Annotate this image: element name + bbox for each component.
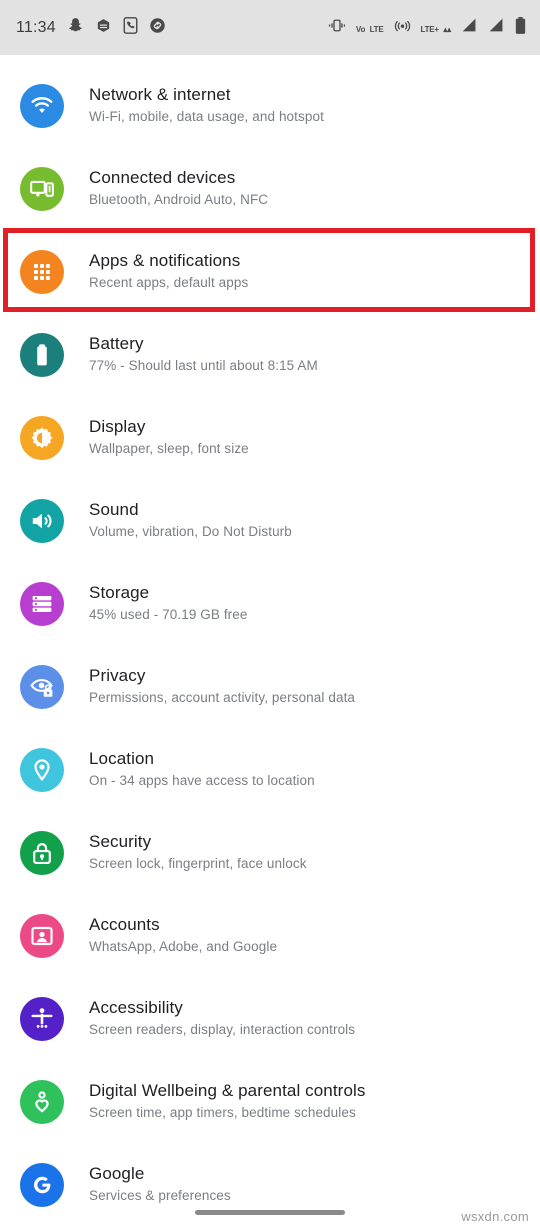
settings-row-title: Network & internet: [89, 85, 231, 104]
settings-row-accounts[interactable]: Accounts WhatsApp, Adobe, and Google: [0, 894, 540, 977]
settings-row-subtitle: Bluetooth, Android Auto, NFC: [89, 192, 269, 207]
settings-row-title: Apps & notifications: [89, 251, 241, 270]
lock-icon: [20, 830, 64, 875]
speaker-icon: [20, 498, 64, 543]
settings-row-text: Digital Wellbeing & parental controls Sc…: [89, 1080, 365, 1123]
google-g-icon: [20, 1162, 64, 1207]
settings-row-text: Sound Volume, vibration, Do Not Disturb: [89, 499, 292, 542]
settings-row-text: Connected devices Bluetooth, Android Aut…: [89, 167, 268, 210]
status-bar: 11:34 Vo LTE LTE+ ▴▴: [0, 0, 540, 55]
map-pin-icon: [20, 747, 64, 792]
settings-row-text: Battery 77% - Should last until about 8:…: [89, 333, 318, 376]
settings-row-text: Network & internet Wi-Fi, mobile, data u…: [89, 84, 324, 127]
settings-row-text: Storage 45% used - 70.19 GB free: [89, 582, 248, 625]
settings-row-display[interactable]: Display Wallpaper, sleep, font size: [0, 396, 540, 479]
settings-row-subtitle: WhatsApp, Adobe, and Google: [89, 939, 278, 954]
settings-row-title: Sound: [89, 500, 139, 519]
account-card-icon: [20, 913, 64, 958]
settings-row-title: Accessibility: [89, 998, 183, 1017]
wellbeing-heart-icon: [20, 1079, 64, 1124]
hexagon-app-icon: [95, 17, 112, 39]
settings-row-apps-notifications[interactable]: Apps & notifications Recent apps, defaul…: [0, 230, 540, 313]
settings-row-network-internet[interactable]: Network & internet Wi-Fi, mobile, data u…: [0, 64, 540, 147]
settings-row-text: Security Screen lock, fingerprint, face …: [89, 831, 307, 874]
status-bar-left: 11:34: [16, 16, 166, 39]
settings-row-subtitle: Screen lock, fingerprint, face unlock: [89, 856, 307, 871]
shazam-icon: [149, 17, 166, 39]
settings-row-title: Digital Wellbeing & parental controls: [89, 1081, 366, 1100]
settings-row-text: Accessibility Screen readers, display, i…: [89, 997, 355, 1040]
settings-row-title: Security: [89, 832, 152, 851]
brightness-icon: [20, 415, 64, 460]
settings-row-subtitle: Services & preferences: [89, 1188, 231, 1203]
settings-row-security[interactable]: Security Screen lock, fingerprint, face …: [0, 811, 540, 894]
volte-icon: Vo LTE: [356, 19, 384, 37]
gesture-navigation-pill[interactable]: [195, 1210, 345, 1215]
settings-row-subtitle: 45% used - 70.19 GB free: [89, 607, 248, 622]
signal-sim2-icon: [488, 17, 505, 38]
accessibility-person-icon: [20, 996, 64, 1041]
app-grid-icon: [20, 249, 64, 294]
settings-row-title: Storage: [89, 583, 150, 602]
settings-row-title: Privacy: [89, 666, 146, 685]
settings-row-text: Display Wallpaper, sleep, font size: [89, 416, 249, 459]
lte-plus-label: LTE+: [420, 24, 440, 34]
settings-row-subtitle: Recent apps, default apps: [89, 275, 249, 290]
settings-row-location[interactable]: Location On - 34 apps have access to loc…: [0, 728, 540, 811]
settings-row-subtitle: Screen time, app timers, bedtime schedul…: [89, 1105, 356, 1120]
settings-row-title: Location: [89, 749, 155, 768]
settings-row-battery[interactable]: Battery 77% - Should last until about 8:…: [0, 313, 540, 396]
signal-sim1-icon: [461, 17, 478, 38]
settings-row-digital-wellbeing[interactable]: Digital Wellbeing & parental controls Sc…: [0, 1060, 540, 1143]
cast-devices-icon: [20, 166, 64, 211]
status-bar-clock: 11:34: [16, 18, 56, 36]
eye-lock-icon: [20, 664, 64, 709]
battery-icon: [515, 16, 526, 39]
settings-row-subtitle: 77% - Should last until about 8:15 AM: [89, 358, 318, 373]
storage-stack-icon: [20, 581, 64, 626]
settings-row-subtitle: Permissions, account activity, personal …: [89, 690, 356, 705]
volte-label-line1: Vo: [355, 24, 366, 34]
settings-row-subtitle: On - 34 apps have access to location: [89, 773, 315, 788]
watermark: wsxdn.com: [461, 1209, 529, 1224]
settings-row-subtitle: Volume, vibration, Do Not Disturb: [89, 524, 292, 539]
settings-row-subtitle: Wallpaper, sleep, font size: [89, 441, 249, 456]
lte-signal-dots: ▴▴: [443, 24, 451, 34]
volte-label-line2: LTE: [369, 24, 384, 34]
settings-screen: 11:34 Vo LTE LTE+ ▴▴ Network & internet …: [0, 0, 540, 1230]
settings-row-title: Display: [89, 417, 146, 436]
wifi-icon: [20, 83, 64, 128]
settings-row-accessibility[interactable]: Accessibility Screen readers, display, i…: [0, 977, 540, 1060]
status-bar-right: Vo LTE LTE+ ▴▴: [328, 16, 526, 39]
settings-row-text: Privacy Permissions, account activity, p…: [89, 665, 355, 708]
settings-row-storage[interactable]: Storage 45% used - 70.19 GB free: [0, 562, 540, 645]
settings-row-title: Battery: [89, 334, 144, 353]
settings-row-title: Google: [89, 1164, 145, 1183]
vibrate-icon: [328, 18, 346, 38]
settings-row-title: Accounts: [89, 915, 160, 934]
snapchat-icon: [67, 17, 84, 39]
settings-row-connected-devices[interactable]: Connected devices Bluetooth, Android Aut…: [0, 147, 540, 230]
settings-row-sound[interactable]: Sound Volume, vibration, Do Not Disturb: [0, 479, 540, 562]
settings-row-text: Google Services & preferences: [89, 1163, 231, 1206]
phone-app-icon: [123, 16, 138, 39]
settings-list: Network & internet Wi-Fi, mobile, data u…: [0, 55, 540, 1226]
settings-row-text: Apps & notifications Recent apps, defaul…: [89, 250, 248, 293]
hotspot-icon: [394, 18, 411, 38]
settings-row-text: Location On - 34 apps have access to loc…: [89, 748, 315, 791]
settings-row-subtitle: Screen readers, display, interaction con…: [89, 1022, 356, 1037]
settings-row-subtitle: Wi-Fi, mobile, data usage, and hotspot: [89, 109, 324, 124]
settings-row-text: Accounts WhatsApp, Adobe, and Google: [89, 914, 277, 957]
lte-plus-icon: LTE+ ▴▴: [420, 19, 452, 37]
battery-icon: [20, 332, 64, 377]
settings-row-title: Connected devices: [89, 168, 236, 187]
settings-row-privacy[interactable]: Privacy Permissions, account activity, p…: [0, 645, 540, 728]
